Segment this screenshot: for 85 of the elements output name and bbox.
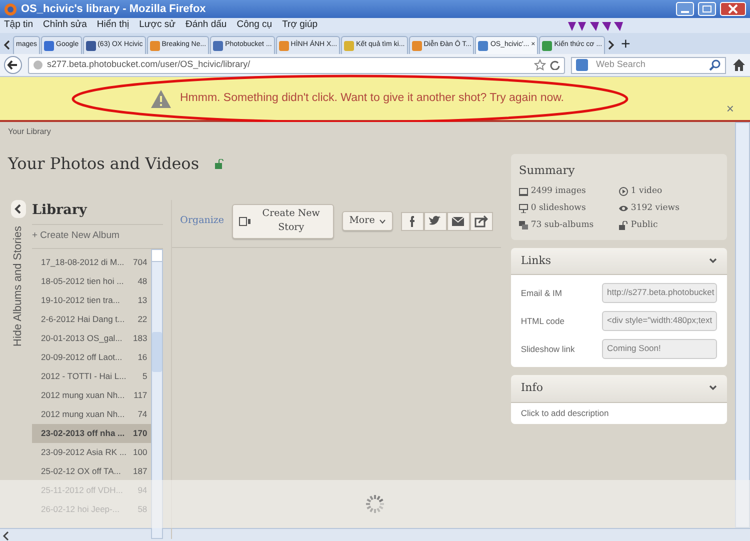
back-icon[interactable] bbox=[4, 56, 22, 74]
chevron-down-icon bbox=[709, 258, 717, 264]
chevron-down-icon bbox=[709, 385, 717, 392]
summary-stat: 2499 images bbox=[530, 185, 586, 198]
album-item[interactable]: 23-02-2013 off nha ... 170 bbox=[32, 424, 152, 442]
site-icon bbox=[213, 40, 224, 50]
site-icon bbox=[150, 40, 160, 50]
text-field[interactable]: Coming Soon! bbox=[602, 339, 717, 359]
eye-icon bbox=[618, 204, 628, 213]
page-scrollbar[interactable] bbox=[735, 122, 750, 528]
image-icon bbox=[518, 187, 528, 196]
album-item[interactable]: 18-05-2012 tien hoi ... 48 bbox=[32, 272, 152, 290]
text-field[interactable]: http://s277.beta.photobucket bbox=[602, 283, 717, 303]
menu-item[interactable]: Công cụ bbox=[236, 18, 272, 33]
presentation-icon bbox=[518, 204, 528, 213]
site-icon bbox=[278, 40, 289, 50]
bookmark-star-icon[interactable] bbox=[534, 59, 546, 71]
album-item[interactable]: 19-10-2012 tien tra... 13 bbox=[32, 290, 152, 310]
site-icon bbox=[478, 40, 488, 50]
caret-icon bbox=[378, 218, 386, 224]
create-album-link[interactable]: + Create New Album bbox=[32, 224, 164, 248]
share-icon[interactable] bbox=[474, 214, 488, 228]
page-title: Your Photos and Videos bbox=[8, 153, 200, 175]
scrollbar[interactable] bbox=[151, 248, 164, 538]
album-item[interactable]: 20-09-2012 off Laot... 16 bbox=[32, 348, 152, 366]
unlocked-icon bbox=[215, 159, 224, 169]
story-icon bbox=[239, 216, 252, 226]
album-item[interactable]: 23-09-2012 Asia RK ... 100 bbox=[32, 442, 152, 462]
summary-title: Summary bbox=[518, 162, 576, 179]
banner-close-button[interactable]: × bbox=[726, 98, 734, 118]
minimize-icon[interactable] bbox=[676, 2, 694, 16]
site-icon bbox=[44, 40, 54, 50]
home-icon[interactable] bbox=[732, 58, 746, 72]
album-item[interactable]: 20-01-2013 OS_gal... 183 bbox=[32, 328, 152, 348]
album-item[interactable]: 2012 mung xuan Nh... 74 bbox=[32, 404, 152, 424]
restore-icon[interactable] bbox=[698, 2, 716, 16]
menu-item[interactable]: Tập tin bbox=[4, 18, 34, 33]
menu-item[interactable]: Chỉnh sửa bbox=[43, 18, 87, 33]
menu-item[interactable]: Lược sử bbox=[139, 18, 176, 33]
field-label: Slideshow link bbox=[520, 342, 575, 356]
site-icon bbox=[86, 40, 96, 50]
globe-icon bbox=[33, 60, 43, 70]
panel-header[interactable]: Links bbox=[510, 248, 727, 275]
new-tab-button[interactable]: + bbox=[617, 36, 634, 54]
sidebar-toggle[interactable]: Hide Albums and Stories bbox=[10, 226, 26, 346]
menu-item[interactable]: Đánh dấu bbox=[186, 18, 227, 33]
play-icon bbox=[618, 187, 628, 196]
search-icon[interactable] bbox=[709, 59, 721, 71]
site-icon bbox=[344, 40, 354, 50]
create-story-button[interactable]: Create New Story bbox=[232, 204, 334, 238]
more-button[interactable]: More bbox=[342, 211, 393, 232]
summary-stat: 0 slideshows bbox=[530, 202, 586, 215]
error-message: Hmmm. Something didn't click. Want to give it another shot? Try again now. bbox=[180, 90, 564, 106]
breadcrumb[interactable]: Your Library bbox=[8, 126, 727, 138]
warning-icon bbox=[150, 88, 172, 108]
stacked-images-icon bbox=[518, 220, 528, 230]
horizontal-scrollbar[interactable] bbox=[0, 528, 750, 541]
menu-item[interactable]: Trợ giúp bbox=[282, 18, 318, 33]
firefox-icon bbox=[4, 2, 17, 16]
unlocked-icon bbox=[618, 220, 628, 230]
summary-stat: 73 sub-albums bbox=[530, 218, 594, 232]
album-item[interactable]: 17_18-08-2012 di M... 704 bbox=[32, 252, 152, 272]
album-item[interactable]: 2012 mung xuan Nh... 117 bbox=[32, 386, 152, 404]
address-field[interactable]: s277.beta.photobucket.com/user/OS_hcivic/library/ bbox=[28, 56, 565, 74]
loading-spinner-icon bbox=[364, 493, 386, 515]
menu-item[interactable]: Hiển thị bbox=[96, 18, 130, 33]
panel-header[interactable]: Info bbox=[510, 375, 727, 402]
window-title: OS_hcivic's library - Mozilla Firefox bbox=[21, 2, 207, 17]
description-link[interactable]: Click to add description bbox=[520, 408, 609, 418]
library-title: Library bbox=[32, 201, 88, 220]
album-item[interactable]: 25-02-12 OX off TA... 187 bbox=[32, 462, 152, 480]
text-field[interactable]: <div style="width:480px;text bbox=[602, 311, 717, 331]
field-label: Email & IM bbox=[520, 286, 562, 300]
email-icon[interactable] bbox=[451, 214, 466, 228]
reload-icon[interactable] bbox=[550, 60, 560, 70]
album-item[interactable]: 2012 - TOTTI - Hai L... 5 bbox=[32, 366, 152, 386]
search-field[interactable]: Web Search bbox=[571, 56, 726, 74]
summary-stat: Public bbox=[630, 218, 658, 232]
site-icon bbox=[542, 40, 552, 50]
summary-stat: 3192 views bbox=[630, 202, 680, 215]
album-item[interactable]: 2-6-2012 Hai Dang t... 22 bbox=[32, 310, 152, 328]
field-label: HTML code bbox=[520, 314, 564, 328]
close-icon[interactable] bbox=[720, 2, 746, 16]
site-icon bbox=[412, 40, 422, 50]
summary-stat: 1 video bbox=[630, 185, 662, 198]
